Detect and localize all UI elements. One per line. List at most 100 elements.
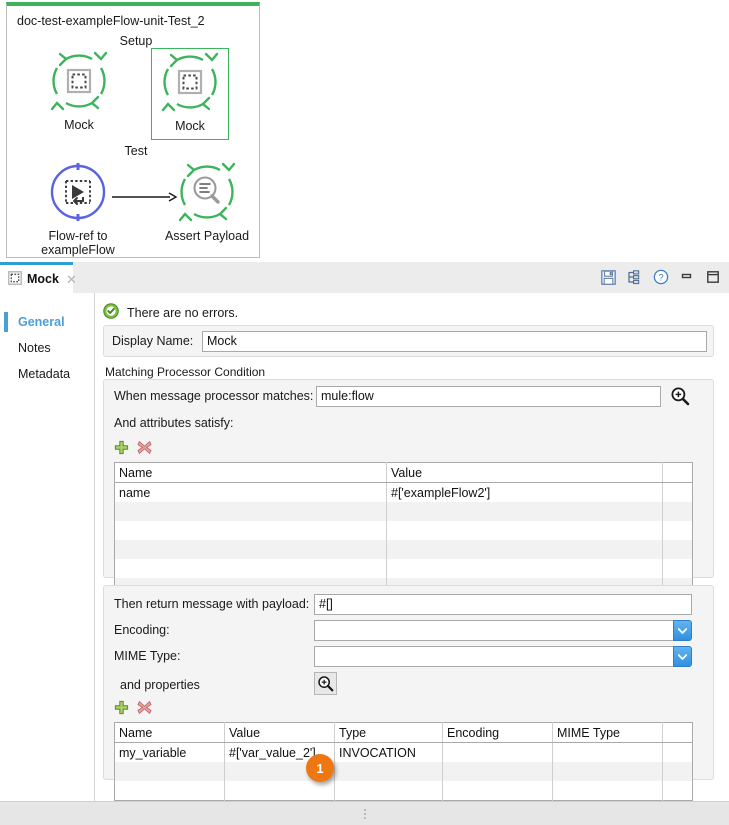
cell-name[interactable] xyxy=(115,502,387,521)
column-header-blank[interactable] xyxy=(663,723,693,743)
column-header-value[interactable]: Value xyxy=(225,723,335,743)
tab-mock[interactable]: Mock ✕ xyxy=(0,262,73,293)
cell-encoding[interactable] xyxy=(443,781,553,801)
table-row[interactable] xyxy=(115,502,693,521)
flow-node-mock-1[interactable]: Mock xyxy=(40,50,118,132)
cell-blank[interactable] xyxy=(663,540,693,559)
cell-blank[interactable] xyxy=(663,502,693,521)
delete-row-icon[interactable] xyxy=(137,440,152,458)
magnifier-plus-icon[interactable] xyxy=(669,385,691,407)
encoding-select[interactable] xyxy=(314,620,692,641)
encoding-value[interactable] xyxy=(314,620,673,641)
cell-blank[interactable] xyxy=(663,762,693,781)
cell-value[interactable] xyxy=(387,540,663,559)
cell-mime-type[interactable] xyxy=(553,762,663,781)
column-header-name[interactable]: Name xyxy=(115,463,387,483)
cell-blank[interactable] xyxy=(663,483,693,503)
flow-node-mock-2-selected[interactable]: Mock xyxy=(151,48,229,140)
payload-input[interactable]: #[] xyxy=(314,594,692,615)
status-text: There are no errors. xyxy=(127,306,238,320)
sidebar-item-metadata[interactable]: Metadata xyxy=(0,361,94,387)
attributes-table[interactable]: Name Value name #['exampleFlow2'] xyxy=(114,462,693,598)
display-name-group: Display Name: Mock xyxy=(103,325,714,357)
cell-mime-type[interactable] xyxy=(553,781,663,801)
cell-name[interactable] xyxy=(115,781,225,801)
table-row[interactable] xyxy=(115,559,693,578)
hierarchy-icon[interactable] xyxy=(626,269,643,286)
cell-type[interactable] xyxy=(335,762,443,781)
properties-table[interactable]: Name Value Type Encoding MIME Type my_va… xyxy=(114,722,693,801)
cell-blank[interactable] xyxy=(663,559,693,578)
encoding-label: Encoding: xyxy=(114,623,170,637)
mock-icon xyxy=(48,50,110,112)
magnifier-plus-icon[interactable] xyxy=(314,672,337,695)
minimize-icon[interactable] xyxy=(678,269,695,286)
annotation-badge-1: 1 xyxy=(306,754,334,782)
flow-node-flow-ref[interactable]: Flow-ref to exampleFlow xyxy=(32,161,124,257)
properties-label: and properties xyxy=(120,678,200,692)
cell-blank[interactable] xyxy=(663,743,693,763)
cell-name[interactable]: name xyxy=(115,483,387,503)
editor-tabbar: Mock ✕ xyxy=(0,262,729,294)
cell-name[interactable] xyxy=(115,762,225,781)
cell-blank[interactable] xyxy=(663,781,693,801)
cell-mime-type[interactable] xyxy=(553,743,663,763)
cell-value[interactable] xyxy=(387,559,663,578)
column-header-name[interactable]: Name xyxy=(115,723,225,743)
svg-text:?: ? xyxy=(658,273,663,284)
editor-body: General Notes Metadata xyxy=(0,293,729,801)
table-row[interactable] xyxy=(115,762,693,781)
table-row[interactable] xyxy=(115,521,693,540)
sidebar-item-general[interactable]: General xyxy=(0,309,94,335)
table-row[interactable]: name #['exampleFlow2'] xyxy=(115,483,693,503)
editor-toolbar: ? xyxy=(600,265,721,289)
cell-value[interactable] xyxy=(387,521,663,540)
close-icon[interactable]: ✕ xyxy=(66,273,77,286)
column-header-type[interactable]: Type xyxy=(335,723,443,743)
cell-encoding[interactable] xyxy=(443,762,553,781)
cell-name[interactable] xyxy=(115,559,387,578)
maximize-icon[interactable] xyxy=(704,269,721,286)
cell-value[interactable] xyxy=(387,502,663,521)
cell-value[interactable] xyxy=(225,781,335,801)
add-row-icon[interactable] xyxy=(114,440,129,458)
column-header-value[interactable]: Value xyxy=(387,463,663,483)
flow-canvas: doc-test-exampleFlow-unit-Test_2 Setup T… xyxy=(0,0,729,262)
cell-blank[interactable] xyxy=(663,521,693,540)
cell-type[interactable]: INVOCATION xyxy=(335,743,443,763)
sidebar-item-notes[interactable]: Notes xyxy=(0,335,94,361)
column-header-blank[interactable] xyxy=(663,463,693,483)
mime-type-value[interactable] xyxy=(314,646,673,667)
success-check-icon xyxy=(103,303,119,322)
column-header-mime-type[interactable]: MIME Type xyxy=(553,723,663,743)
cell-name[interactable] xyxy=(115,521,387,540)
delete-row-icon[interactable] xyxy=(137,700,152,718)
cell-name[interactable]: my_variable xyxy=(115,743,225,763)
assert-payload-icon xyxy=(176,161,238,223)
cell-value[interactable]: #['exampleFlow2'] xyxy=(387,483,663,503)
chevron-down-icon[interactable] xyxy=(673,646,692,667)
drag-handle[interactable] xyxy=(364,809,366,819)
lane-label-test: Test xyxy=(104,144,168,158)
table-row[interactable] xyxy=(115,540,693,559)
table-row[interactable]: my_variable #['var_value_2'] INVOCATION xyxy=(115,743,693,763)
processor-match-input[interactable]: mule:flow xyxy=(316,386,661,407)
column-header-encoding[interactable]: Encoding xyxy=(443,723,553,743)
chevron-down-icon[interactable] xyxy=(673,620,692,641)
attributes-table-actions xyxy=(114,440,152,458)
tab-label: Mock xyxy=(27,272,59,286)
cell-encoding[interactable] xyxy=(443,743,553,763)
help-icon[interactable]: ? xyxy=(652,269,669,286)
annotation-badge-label: 1 xyxy=(316,761,323,776)
mime-type-select[interactable] xyxy=(314,646,692,667)
cell-name[interactable] xyxy=(115,540,387,559)
table-row[interactable] xyxy=(115,781,693,801)
flow-node-assert-payload[interactable]: Assert Payload xyxy=(160,161,254,243)
display-name-input[interactable]: Mock xyxy=(202,331,707,352)
save-icon[interactable] xyxy=(600,269,617,286)
sidebar-item-label: Notes xyxy=(18,341,51,355)
cell-type[interactable] xyxy=(335,781,443,801)
attributes-satisfy-label: And attributes satisfy: xyxy=(114,416,234,430)
flow-container[interactable]: doc-test-exampleFlow-unit-Test_2 Setup T… xyxy=(6,2,260,258)
add-row-icon[interactable] xyxy=(114,700,129,718)
